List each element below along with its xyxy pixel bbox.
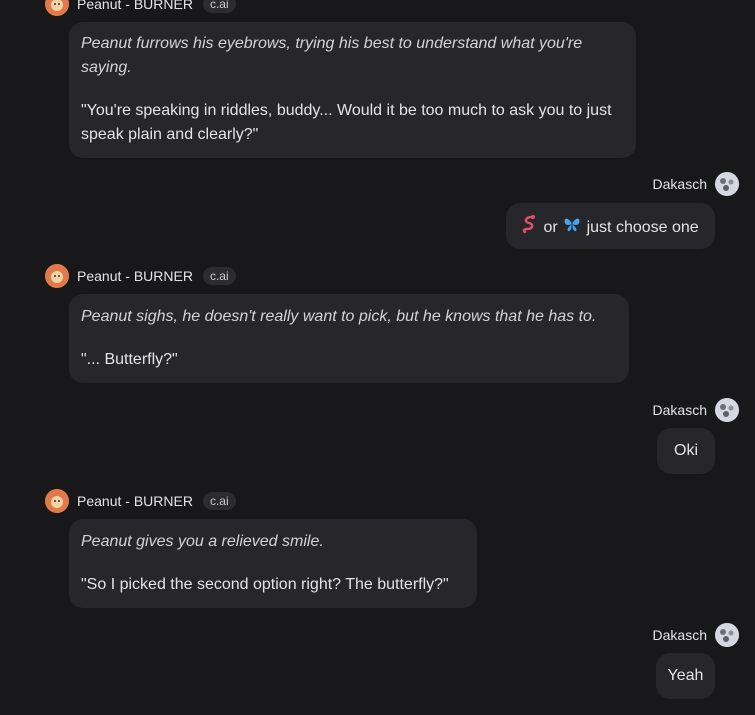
bot-avatar[interactable] bbox=[45, 0, 69, 16]
user-message: Oki bbox=[657, 428, 715, 474]
user-name[interactable]: Dakasch bbox=[653, 176, 707, 192]
user-name[interactable]: Dakasch bbox=[653, 402, 707, 418]
user-message: Yeah bbox=[656, 653, 715, 699]
bot-header: Peanut - BURNER c.ai bbox=[45, 264, 236, 288]
bot-name[interactable]: Peanut - BURNER bbox=[77, 493, 193, 509]
message-speech: "So I picked the second option right? Th… bbox=[81, 576, 449, 593]
butterfly-icon bbox=[562, 214, 582, 242]
user-header: Dakasch bbox=[653, 172, 739, 196]
bot-header: Peanut - BURNER c.ai bbox=[45, 489, 236, 513]
user-header: Dakasch bbox=[653, 398, 739, 422]
user-avatar[interactable] bbox=[715, 398, 739, 422]
bot-badge: c.ai bbox=[202, 267, 236, 285]
user-avatar[interactable] bbox=[715, 623, 739, 647]
bot-avatar[interactable] bbox=[45, 264, 69, 288]
user-header: Dakasch bbox=[653, 623, 739, 647]
user-avatar[interactable] bbox=[715, 172, 739, 196]
message-narration: Peanut sighs, he doesn't really want to … bbox=[81, 308, 597, 325]
bot-message: Peanut furrows his eyebrows, trying his … bbox=[69, 22, 636, 158]
bot-avatar[interactable] bbox=[45, 489, 69, 513]
bot-message: Peanut sighs, he doesn't really want to … bbox=[69, 294, 629, 383]
or-text: or bbox=[543, 219, 558, 237]
user-name[interactable]: Dakasch bbox=[653, 627, 707, 643]
user-message: or just choose one bbox=[506, 203, 715, 249]
bot-badge: c.ai bbox=[202, 0, 236, 13]
message-text: just choose one bbox=[586, 219, 699, 237]
message-text: Oki bbox=[674, 442, 698, 459]
message-text: Yeah bbox=[667, 667, 704, 684]
snake-icon bbox=[519, 214, 539, 242]
bot-name[interactable]: Peanut - BURNER bbox=[77, 268, 193, 284]
chat-thread: Peanut - BURNER c.ai Peanut furrows his … bbox=[0, 0, 755, 715]
bot-badge: c.ai bbox=[202, 492, 236, 510]
bot-message: Peanut gives you a relieved smile. "So I… bbox=[69, 519, 477, 608]
message-narration: Peanut furrows his eyebrows, trying his … bbox=[81, 35, 583, 76]
bot-name[interactable]: Peanut - BURNER bbox=[77, 0, 193, 12]
message-speech: "... Butterfly?" bbox=[81, 351, 178, 368]
bot-header: Peanut - BURNER c.ai bbox=[45, 0, 236, 16]
message-speech: "You're speaking in riddles, buddy... Wo… bbox=[81, 102, 612, 143]
message-narration: Peanut gives you a relieved smile. bbox=[81, 533, 324, 550]
